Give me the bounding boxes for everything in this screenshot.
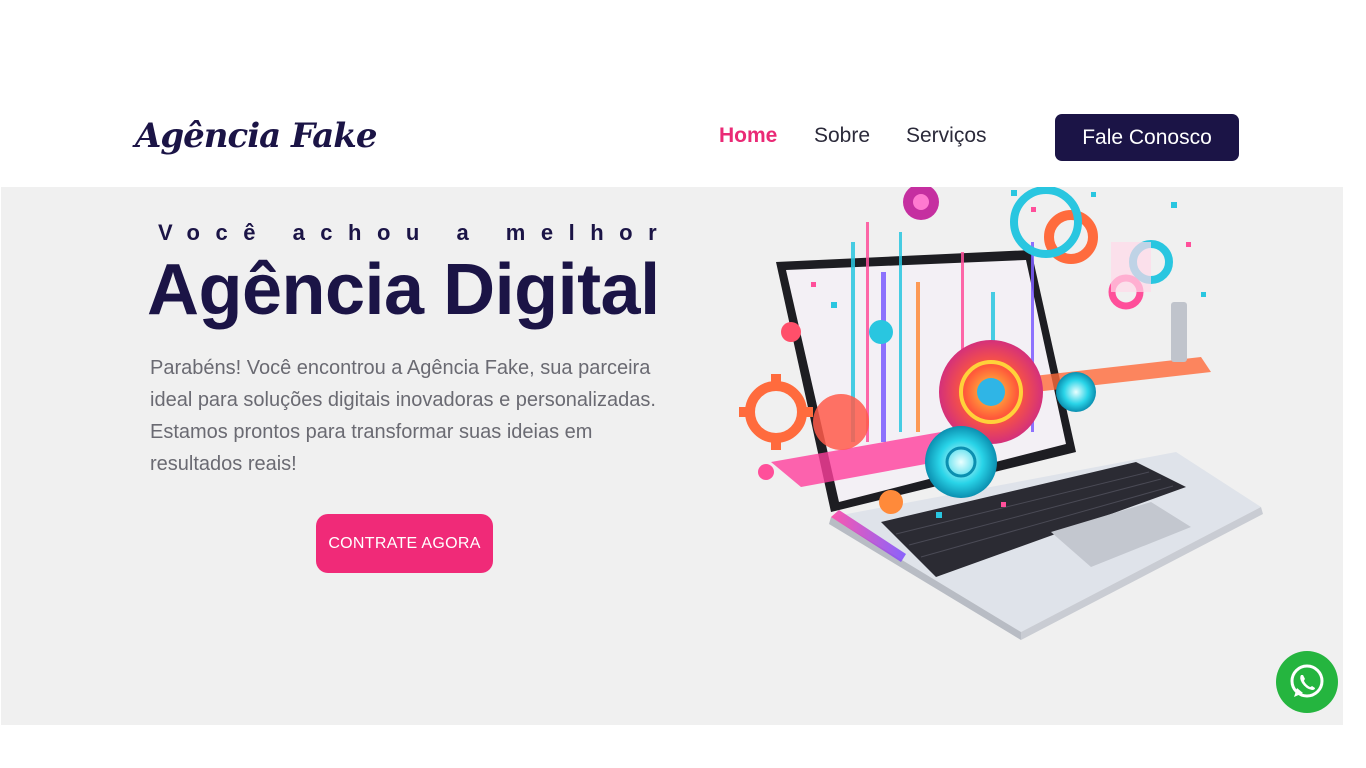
contrate-agora-button[interactable]: CONTRATE AGORA <box>316 514 493 573</box>
nav-servicos[interactable]: Serviços <box>906 124 987 148</box>
fale-conosco-button[interactable]: Fale Conosco <box>1055 114 1239 161</box>
hero-headline: Agência Digital <box>147 250 660 330</box>
whatsapp-button[interactable] <box>1276 651 1338 713</box>
site-header: Agência Fake Home Sobre Serviços Fale Co… <box>0 0 1366 187</box>
hero-description: Parabéns! Você encontrou a Agência Fake,… <box>150 357 656 475</box>
hero-kicker: Você achou a melhor <box>158 220 673 245</box>
laptop-illustration <box>739 187 1263 640</box>
hero-section: Você achou a melhor Agência Digital Para… <box>1 187 1343 725</box>
nav-sobre[interactable]: Sobre <box>814 124 870 148</box>
whatsapp-icon <box>1290 664 1324 698</box>
nav-home[interactable]: Home <box>719 124 777 148</box>
logo[interactable]: Agência Fake <box>135 116 377 156</box>
